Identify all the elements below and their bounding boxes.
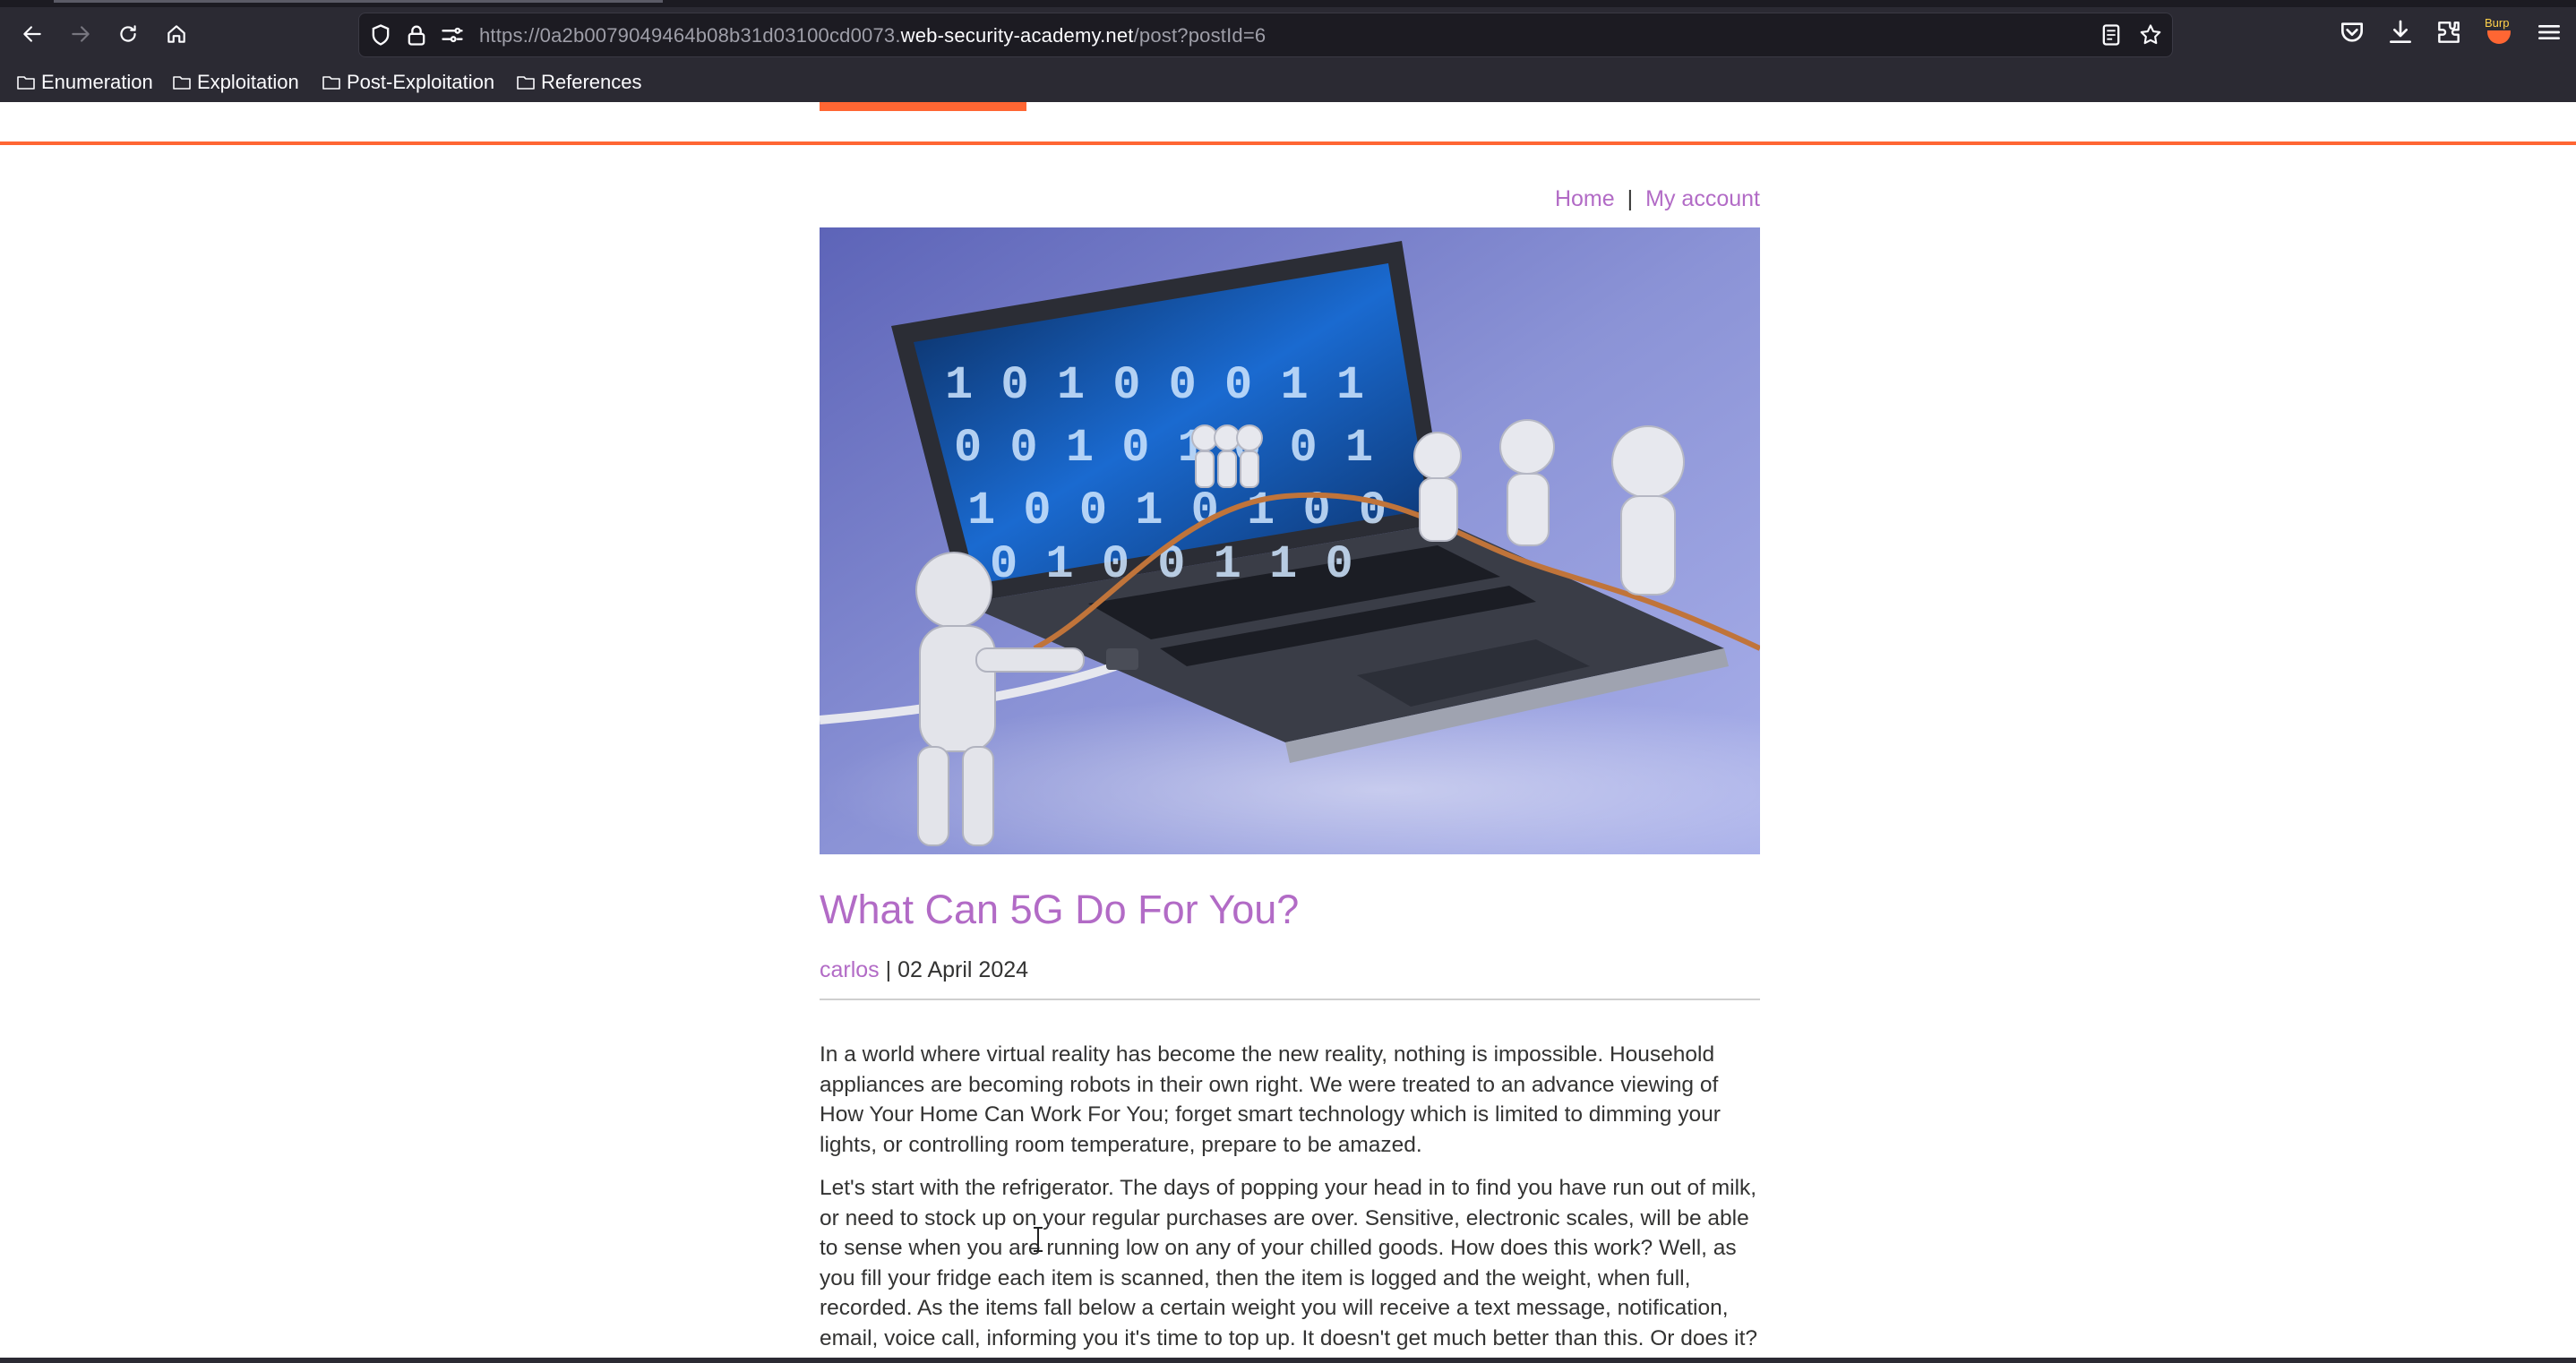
forward-icon[interactable] — [63, 16, 99, 52]
bookmark-references[interactable]: References — [516, 70, 642, 95]
nav-home-link[interactable]: Home — [1555, 186, 1615, 211]
bookmark-enumeration[interactable]: Enumeration — [16, 70, 153, 95]
bookmark-label: Post-Exploitation — [347, 71, 495, 93]
top-navigation: Home | My account — [1555, 186, 1760, 212]
url-path: /post?postId=6 — [1133, 24, 1267, 47]
header-accent-rule — [0, 141, 2576, 145]
pocket-icon[interactable] — [2338, 18, 2366, 47]
svg-text:1 0 0 1 0 1 0 0: 1 0 0 1 0 1 0 0 — [967, 484, 1387, 537]
extension-badge: Burp — [2485, 16, 2510, 30]
post-date: 02 April 2024 — [897, 957, 1029, 982]
bookmark-post-exploitation[interactable]: Post-Exploitation — [322, 70, 494, 95]
post-hero-image: 1 0 1 0 0 0 1 1 0 0 1 0 1 0 0 1 1 0 0 1 … — [820, 227, 1760, 854]
byline-separator: | — [885, 957, 892, 982]
burp-extension-icon[interactable]: Burp — [2483, 14, 2515, 47]
star-icon[interactable] — [2138, 22, 2163, 47]
folder-icon — [173, 76, 191, 90]
folder-icon — [517, 76, 535, 90]
bookmark-label: Enumeration — [41, 71, 153, 93]
browser-chrome: https://0a2b0079049464b08b31d03100cd0073… — [0, 0, 2576, 102]
extensions-icon[interactable] — [2434, 18, 2463, 47]
tab-strip — [0, 0, 2576, 7]
menu-icon[interactable] — [2535, 18, 2563, 47]
bookmark-exploitation[interactable]: Exploitation — [172, 70, 299, 95]
reader-view-icon[interactable] — [2099, 22, 2124, 47]
post-byline: carlos | 02 April 2024 — [820, 957, 1028, 983]
url-bar[interactable]: https://0a2b0079049464b08b31d03100cd0073… — [358, 13, 2173, 57]
bookmarks-bar: Enumeration Exploitation Post-Exploitati… — [0, 63, 2576, 102]
window-bottom-edge — [0, 1358, 2576, 1363]
shield-icon[interactable] — [368, 22, 393, 47]
web-page: Home | My account 1 0 1 0 0 0 1 1 0 0 1 … — [0, 102, 2576, 1363]
url-prefix: https://0a2b0079049464b08b31d03100cd0073… — [479, 24, 901, 47]
url-text[interactable]: https://0a2b0079049464b08b31d03100cd0073… — [479, 24, 1266, 47]
downloads-icon[interactable] — [2386, 18, 2415, 47]
post-paragraph: Let's start with the refrigerator. The d… — [820, 1176, 1758, 1350]
lock-icon[interactable] — [404, 22, 429, 47]
folder-icon — [17, 76, 35, 90]
home-icon[interactable] — [159, 16, 194, 52]
nav-separator: | — [1627, 186, 1634, 211]
back-icon[interactable] — [14, 16, 50, 52]
post-paragraph: In a world where virtual reality has bec… — [820, 1042, 1721, 1157]
svg-text:1 0 1 0 0 0 1 1: 1 0 1 0 0 0 1 1 — [945, 359, 1364, 412]
nav-my-account-link[interactable]: My account — [1645, 186, 1760, 211]
permissions-icon[interactable] — [440, 22, 465, 47]
post-title: What Can 5G Do For You? — [820, 887, 1300, 932]
svg-text:0 0 1 0 1 0 0 1: 0 0 1 0 1 0 0 1 — [954, 422, 1373, 475]
reload-icon[interactable] — [110, 16, 146, 52]
text-cursor-icon — [1034, 1227, 1043, 1252]
author-link[interactable]: carlos — [820, 957, 880, 982]
tab-indicator — [54, 0, 663, 3]
url-domain: web-security-academy.net — [900, 24, 1134, 47]
laptop-tug-of-war-image: 1 0 1 0 0 0 1 1 0 0 1 0 1 0 0 1 1 0 0 1 … — [820, 227, 1760, 854]
bookmark-label: References — [541, 71, 642, 93]
bookmark-label: Exploitation — [197, 71, 299, 93]
folder-icon — [322, 76, 340, 90]
header-accent-tab — [820, 102, 1026, 111]
header-divider — [820, 999, 1760, 1000]
